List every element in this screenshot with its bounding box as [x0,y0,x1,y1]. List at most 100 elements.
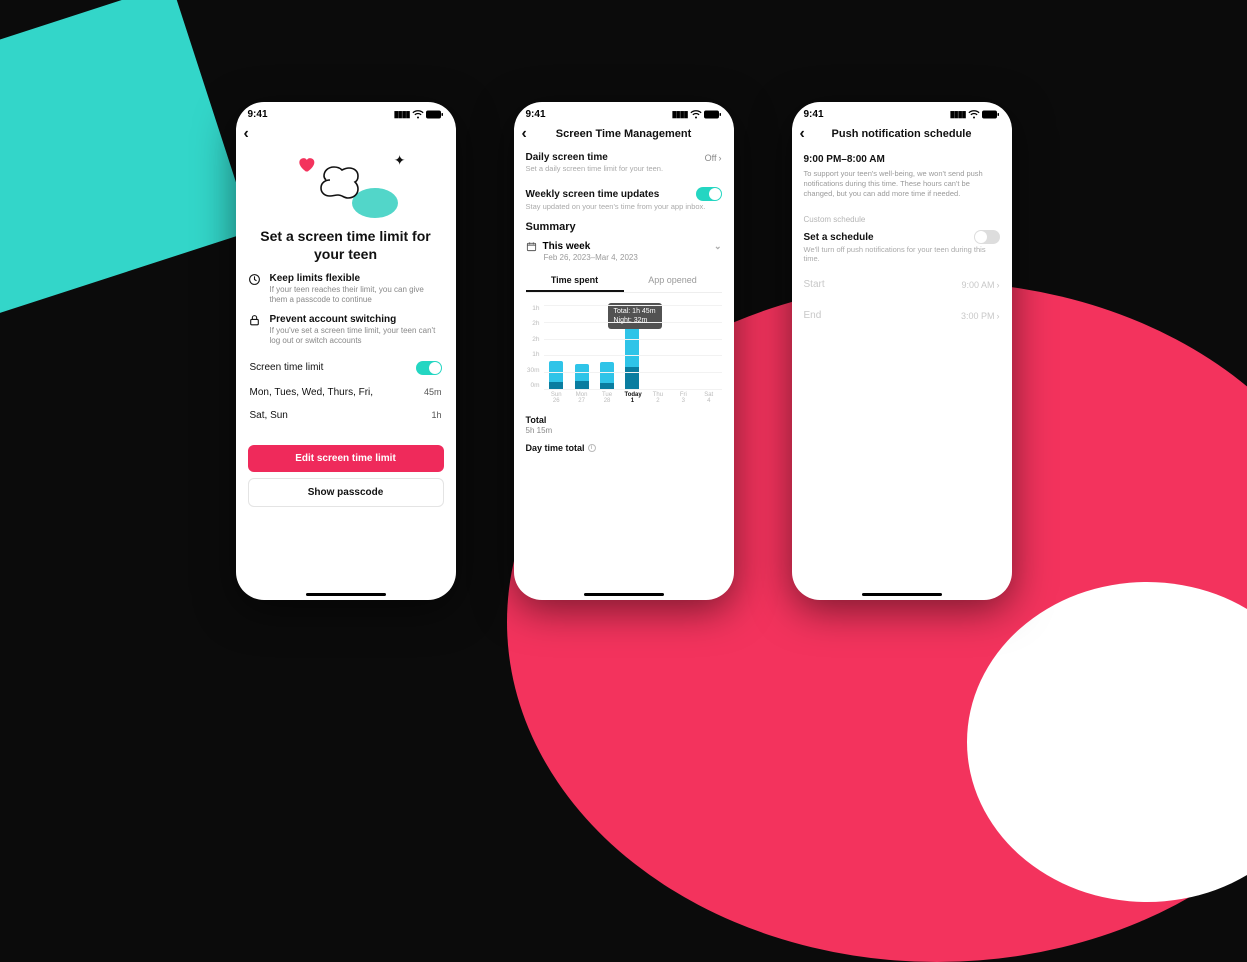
home-indicator[interactable] [862,593,942,596]
page-title: Set a screen time limit for your teen [248,228,444,263]
schedule-days: Mon, Tues, Wed, Thurs, Fri, [250,387,374,398]
show-passcode-button[interactable]: Show passcode [248,478,444,507]
daily-value: Off [705,153,717,163]
chart-x-label: Mon27 [574,392,590,405]
schedule-value: 45m [424,387,442,397]
battery-icon [426,110,444,119]
daily-label: Daily screen time [526,152,608,163]
schedule-days: Sat, Sun [250,410,288,421]
feature-desc: If you've set a screen time limit, your … [270,326,444,347]
status-bar: 9:41 ▮▮▮▮ [792,102,1012,122]
clock-icon [248,273,262,306]
chevron-right-icon: › [719,153,722,163]
chart-x-label: Thu2 [650,392,666,405]
chart-x-label: Tue28 [599,392,615,405]
feature-desc: If your teen reaches their limit, you ca… [270,285,444,306]
tooltip-night: Night: 32m [614,316,656,325]
set-schedule-sub: We'll turn off push notifications for yo… [804,245,1000,263]
start-time-row[interactable]: Start 9:00 AM› [804,269,1000,300]
battery-icon [982,110,1000,119]
chevron-right-icon: › [997,311,1000,321]
phone-screen-2: 9:41 ▮▮▮▮ ‹ Screen Time Management Daily… [514,102,734,600]
status-right: ▮▮▮▮ [394,109,444,120]
weekly-label: Weekly screen time updates [526,189,660,200]
nav-bar: ‹ Screen Time Management [514,122,734,148]
home-indicator[interactable] [584,593,664,596]
end-label: End [804,310,822,321]
end-value: 3:00 PM [961,311,995,321]
wifi-icon [690,110,702,119]
screen-time-limit-toggle[interactable] [416,361,442,375]
feature-title: Prevent account switching [270,314,444,325]
date-range: Feb 26, 2023–Mar 4, 2023 [544,253,722,262]
screen-time-limit-row: Screen time limit [248,355,444,381]
battery-icon [704,110,722,119]
status-time: 9:41 [248,109,268,120]
end-time-row[interactable]: End 3:00 PM› [804,300,1000,331]
weekend-schedule-row[interactable]: Sat, Sun 1h [248,404,444,427]
total-value: 5h 15m [526,426,722,435]
time-range-title: 9:00 PM–8:00 AM [804,154,1000,165]
week-selector[interactable]: This week ⌄ [526,241,722,252]
wifi-icon [968,110,980,119]
tab-time-spent[interactable]: Time spent [526,270,624,292]
start-value: 9:00 AM [961,280,994,290]
time-spent-chart: 1h2h2h1h30m0m Sun26Mon27Tue28Today1Thu2F… [526,305,722,405]
week-label: This week [543,241,591,252]
time-range-desc: To support your teen's well-being, we wo… [804,169,1000,199]
home-indicator[interactable] [306,593,386,596]
chart-bar[interactable] [600,362,614,389]
status-bar: 9:41 ▮▮▮▮ [236,102,456,122]
chart-bar[interactable] [549,361,563,389]
signal-icon: ▮▮▮▮ [950,109,966,120]
back-button[interactable]: ‹ [244,125,249,143]
phone-screen-1: 9:41 ▮▮▮▮ ‹ ✦ Set a screen time limit fo… [236,102,456,600]
nav-title: Push notification schedule [792,128,1012,140]
weekly-sub: Stay updated on your teen's time from yo… [526,202,722,211]
wifi-icon [412,110,424,119]
chevron-down-icon: ⌄ [714,241,722,252]
chevron-right-icon: › [997,280,1000,290]
daily-sub: Set a daily screen time limit for your t… [526,164,722,173]
nav-bar: ‹ Push notification schedule [792,122,1012,148]
feature-title: Keep limits flexible [270,273,444,284]
nav-title: Screen Time Management [514,128,734,140]
tab-app-opened[interactable]: App opened [624,270,722,292]
chart-x-label: Fri3 [675,392,691,405]
status-bar: 9:41 ▮▮▮▮ [514,102,734,122]
signal-icon: ▮▮▮▮ [672,109,688,120]
chart-tooltip: Total: 1h 45m Night: 32m [608,303,662,329]
chart-x-label: Sun26 [548,392,564,405]
feature-switching: Prevent account switching If you've set … [248,314,444,347]
set-schedule-row: Set a schedule [804,230,1000,244]
info-icon[interactable]: i [588,444,596,452]
status-time: 9:41 [804,109,824,120]
weekday-schedule-row[interactable]: Mon, Tues, Wed, Thurs, Fri, 45m [248,381,444,404]
illustration: ✦ [286,152,406,222]
screen-time-limit-label: Screen time limit [250,362,324,373]
weekly-updates-row: Weekly screen time updates [526,183,722,201]
signal-icon: ▮▮▮▮ [394,109,410,120]
total-label: Total [526,415,722,425]
total-block: Total 5h 15m [526,415,722,435]
set-schedule-toggle[interactable] [974,230,1000,244]
day-time-total-row: Day time total i [526,443,722,453]
lock-icon [248,314,262,347]
nav-bar: ‹ [236,122,456,148]
chart-bar[interactable] [575,364,589,389]
phone-screen-3: 9:41 ▮▮▮▮ ‹ Push notification schedule 9… [792,102,1012,600]
day-time-total-label: Day time total [526,443,585,453]
summary-tabs: Time spent App opened [526,270,722,293]
daily-screen-time-row[interactable]: Daily screen time Off› [526,148,722,163]
schedule-value: 1h [431,410,441,420]
feature-flexible: Keep limits flexible If your teen reache… [248,273,444,306]
start-label: Start [804,279,825,290]
custom-schedule-label: Custom schedule [804,215,1000,224]
edit-limit-button[interactable]: Edit screen time limit [248,445,444,472]
summary-heading: Summary [526,221,722,233]
status-time: 9:41 [526,109,546,120]
set-schedule-label: Set a schedule [804,232,874,243]
chart-x-label: Sat4 [701,392,717,405]
calendar-icon [526,241,537,252]
weekly-updates-toggle[interactable] [696,187,722,201]
